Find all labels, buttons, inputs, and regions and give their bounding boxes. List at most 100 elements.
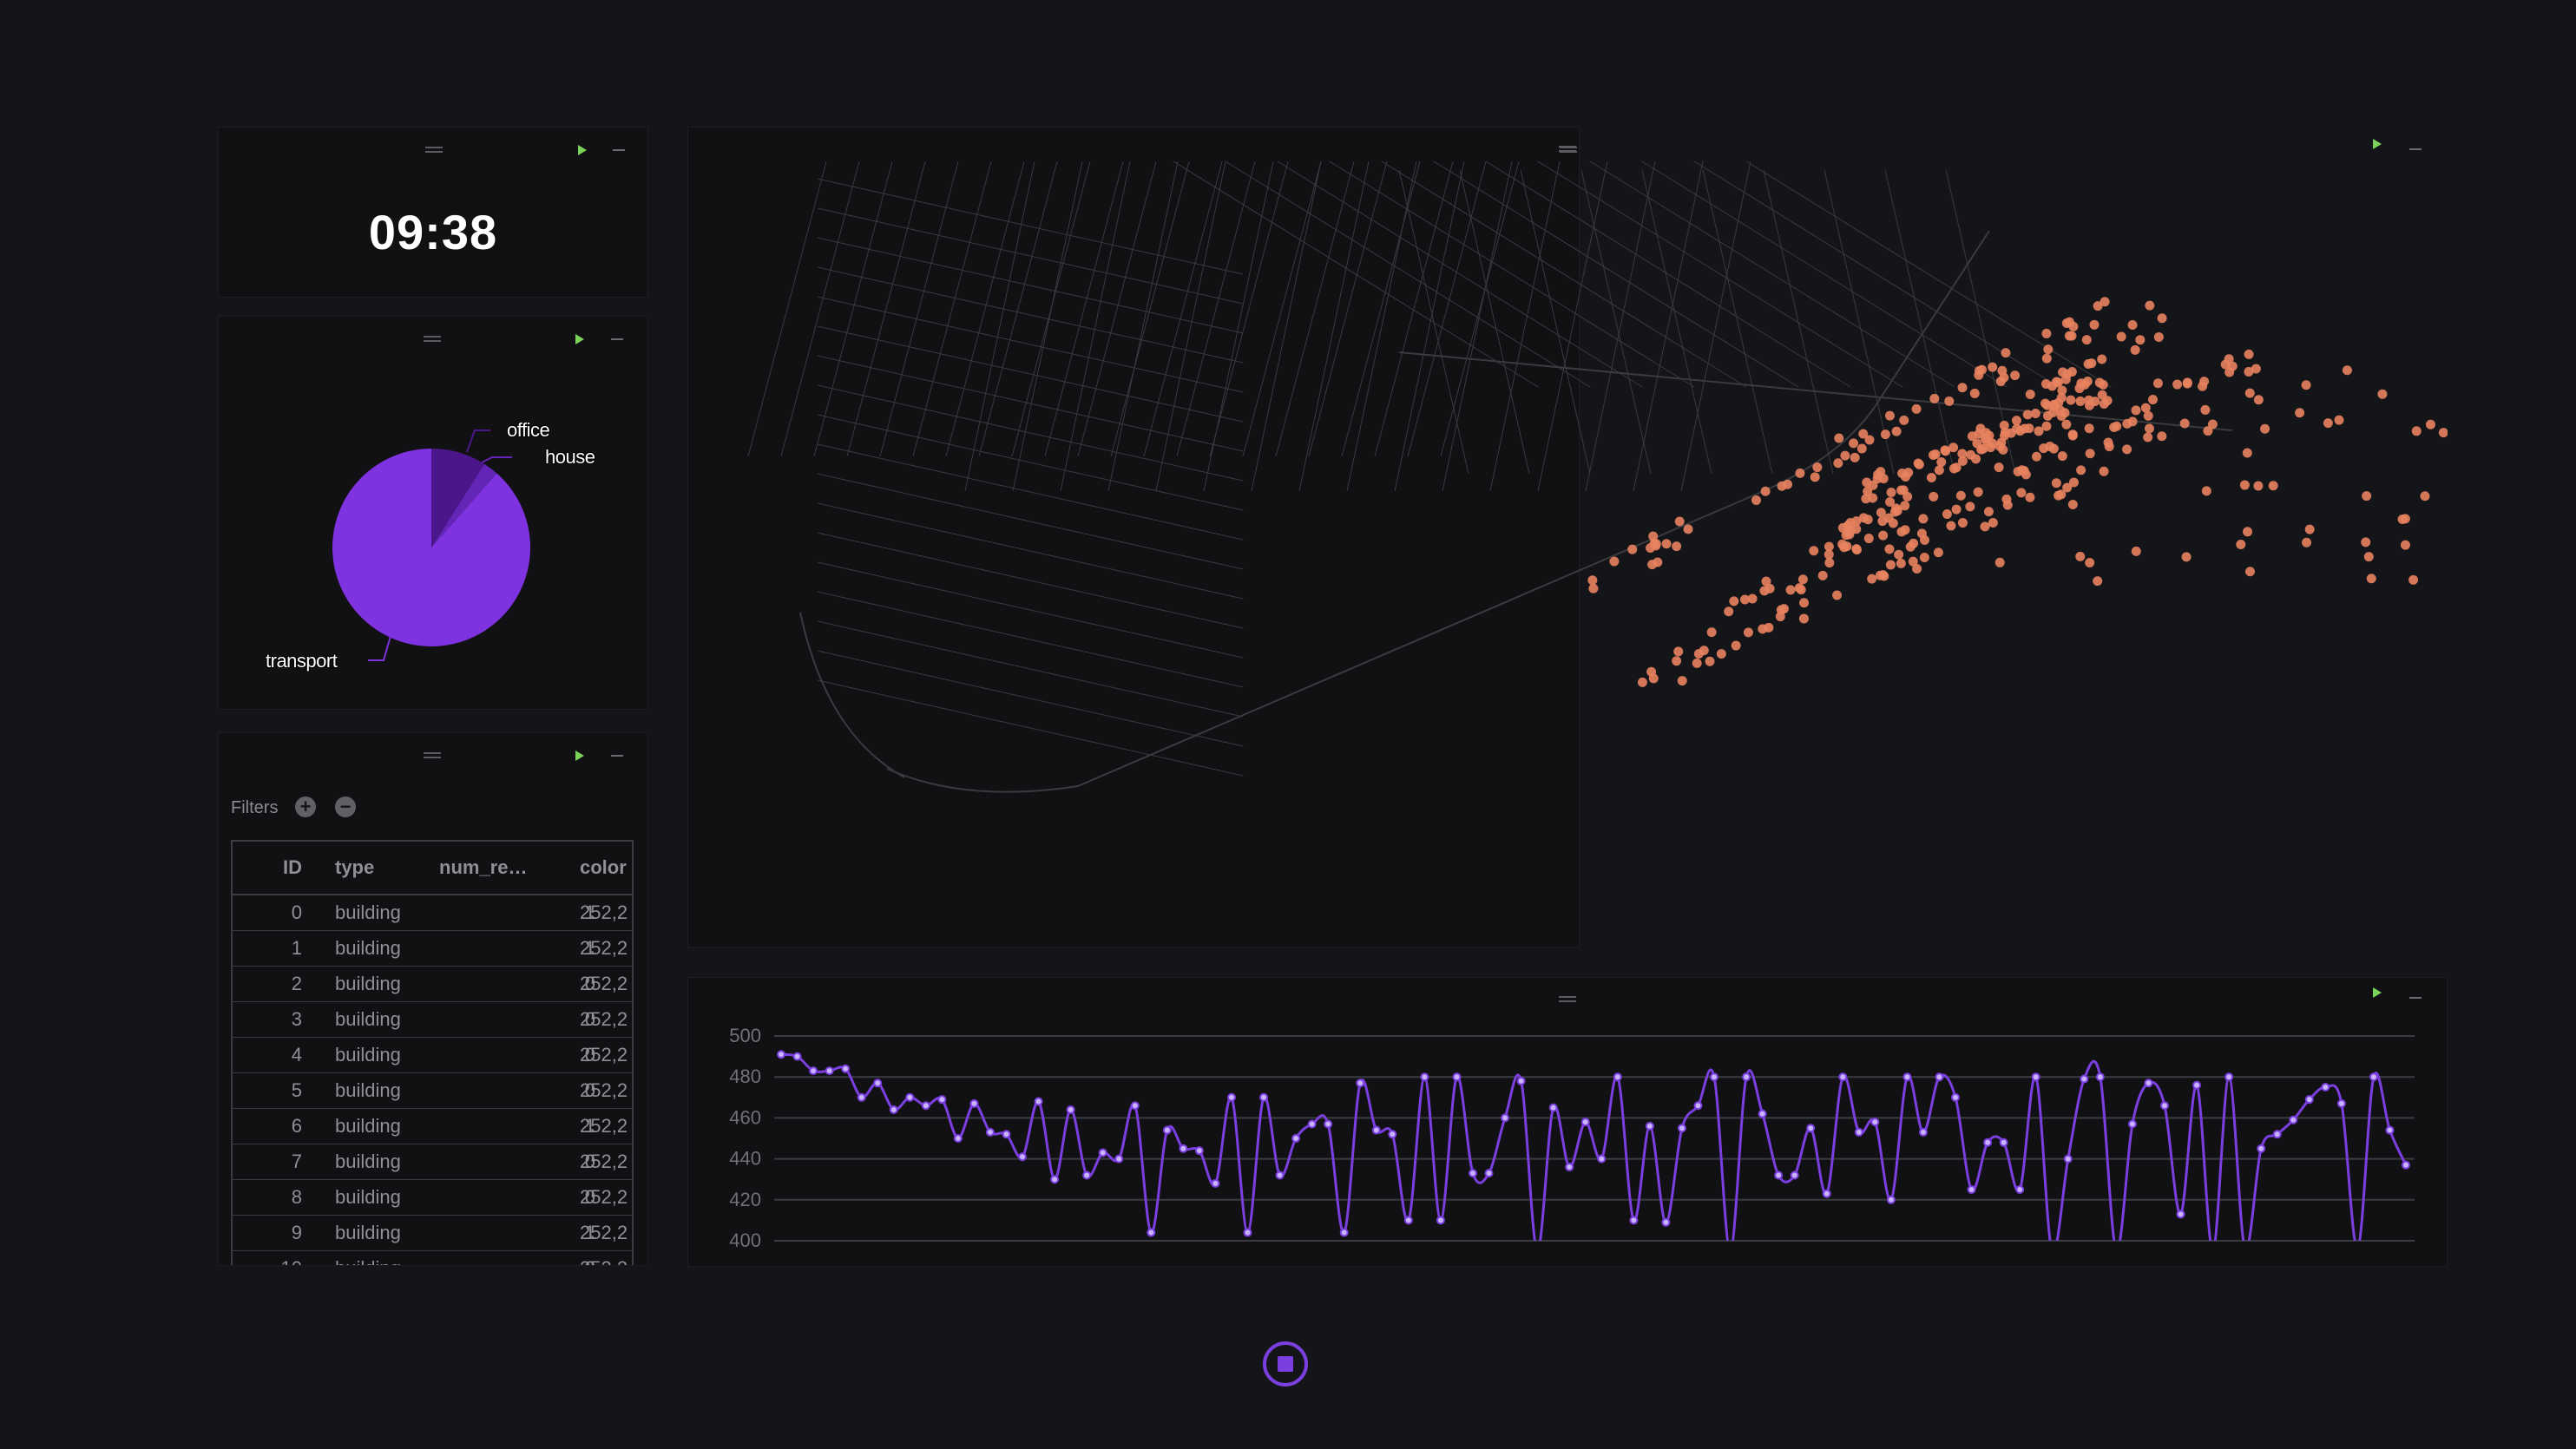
map-point[interactable] [1899,415,1909,425]
map-point[interactable] [1653,557,1663,567]
series-point[interactable] [1034,1097,1043,1106]
map-point[interactable] [2253,395,2264,405]
map-point[interactable] [2067,366,2077,377]
map-point[interactable] [1912,563,1922,574]
map-point[interactable] [2377,389,2388,399]
map-point[interactable] [2074,384,2085,394]
series-point[interactable] [1162,1125,1172,1135]
map-point[interactable] [2425,419,2435,429]
map-point[interactable] [2067,500,2078,510]
map-point[interactable] [1799,598,1810,608]
map-point[interactable] [2304,524,2315,534]
series-point[interactable] [2210,1248,2217,1255]
series-point[interactable] [1790,1170,1799,1180]
map-point[interactable] [2122,444,2132,455]
map-point[interactable] [1809,546,1819,556]
table-row[interactable]: 7 building 0 252,2 [233,1144,632,1180]
map-point[interactable] [2242,448,2252,458]
map-point[interactable] [1817,570,1828,580]
map-point[interactable] [1884,544,1895,554]
map-point[interactable] [2098,379,2108,390]
series-point[interactable] [1243,1228,1252,1237]
minimize-icon[interactable] [611,755,623,757]
map-point[interactable] [1946,521,1956,531]
map-point[interactable] [1699,646,1709,656]
map-point[interactable] [2438,428,2448,438]
map-point[interactable] [1850,452,1860,462]
map-point[interactable] [2093,576,2103,587]
series-point[interactable] [1324,1119,1333,1129]
map-point[interactable] [1933,547,1943,558]
map-point[interactable] [2342,365,2352,376]
map-point[interactable] [1876,508,1886,518]
series-point[interactable] [777,1050,785,1059]
map-point[interactable] [1896,558,1906,568]
map-point[interactable] [2093,301,2103,311]
map-point[interactable] [2239,480,2250,490]
map-point[interactable] [1955,490,1966,501]
map-point[interactable] [1705,656,1715,666]
series-point[interactable] [937,1095,947,1105]
series-point[interactable] [2304,1095,2314,1105]
map-point[interactable] [2016,488,2027,498]
series-point[interactable] [1727,1248,1734,1255]
series-point[interactable] [857,1092,866,1102]
map-minimize-icon[interactable] [2409,148,2422,150]
map-point[interactable] [2366,574,2376,584]
map-point[interactable] [1832,590,1843,600]
map-point[interactable] [2021,469,2031,480]
map-point[interactable] [1842,541,1852,552]
map-point[interactable] [1994,441,2005,451]
map-point[interactable] [2066,395,2076,405]
map-point[interactable] [1661,539,1672,549]
series-point[interactable] [2336,1098,2346,1108]
map-point[interactable] [1739,594,1750,605]
map-point[interactable] [1911,403,1922,414]
map-point[interactable] [1999,420,2009,430]
series-point[interactable] [2144,1079,2153,1088]
map-point[interactable] [1868,480,1878,490]
map-point[interactable] [1751,495,1762,505]
map-point[interactable] [1994,462,2004,473]
map-point[interactable] [2260,423,2270,434]
map-point[interactable] [2064,317,2074,327]
map-point[interactable] [2334,415,2344,425]
map-point[interactable] [2067,430,2078,441]
map-point[interactable] [1777,481,1787,491]
series-point[interactable] [1452,1072,1462,1082]
map-point[interactable] [1867,574,1877,584]
series-point[interactable] [1999,1138,2008,1147]
series-point[interactable] [2402,1160,2410,1170]
series-point[interactable] [2095,1072,2105,1082]
series-point[interactable] [2063,1154,2073,1164]
map-point[interactable] [2130,344,2140,355]
map-point[interactable] [1880,429,1890,440]
table-row[interactable]: 1 building 1 252,2 [233,931,632,967]
map-point[interactable] [2099,398,2109,409]
series-point[interactable] [1983,1138,1993,1147]
map-point[interactable] [2362,491,2372,502]
map-point[interactable] [2172,379,2183,390]
map-point[interactable] [2244,349,2254,359]
map-point[interactable] [1812,462,1823,473]
map-point[interactable] [1974,429,1984,439]
series-point[interactable] [985,1127,995,1137]
map-point[interactable] [2031,451,2041,462]
series-point[interactable] [825,1066,834,1076]
map-point[interactable] [2116,331,2126,342]
series-point[interactable] [1516,1076,1526,1085]
map-point[interactable] [2040,378,2051,389]
add-filter-button[interactable]: + [295,797,316,817]
series-point[interactable] [1886,1195,1896,1204]
map-point[interactable] [1988,362,1998,372]
map-point[interactable] [2220,359,2231,370]
map-point[interactable] [2082,377,2093,387]
map-point[interactable] [1729,596,1739,606]
map-point[interactable] [2127,416,2138,427]
map-point[interactable] [1648,673,1659,684]
map-point[interactable] [2363,552,2374,562]
map-point[interactable] [1944,396,1955,406]
map-point[interactable] [2253,481,2264,491]
map-point[interactable] [2131,546,2141,556]
map-point[interactable] [2057,451,2067,462]
